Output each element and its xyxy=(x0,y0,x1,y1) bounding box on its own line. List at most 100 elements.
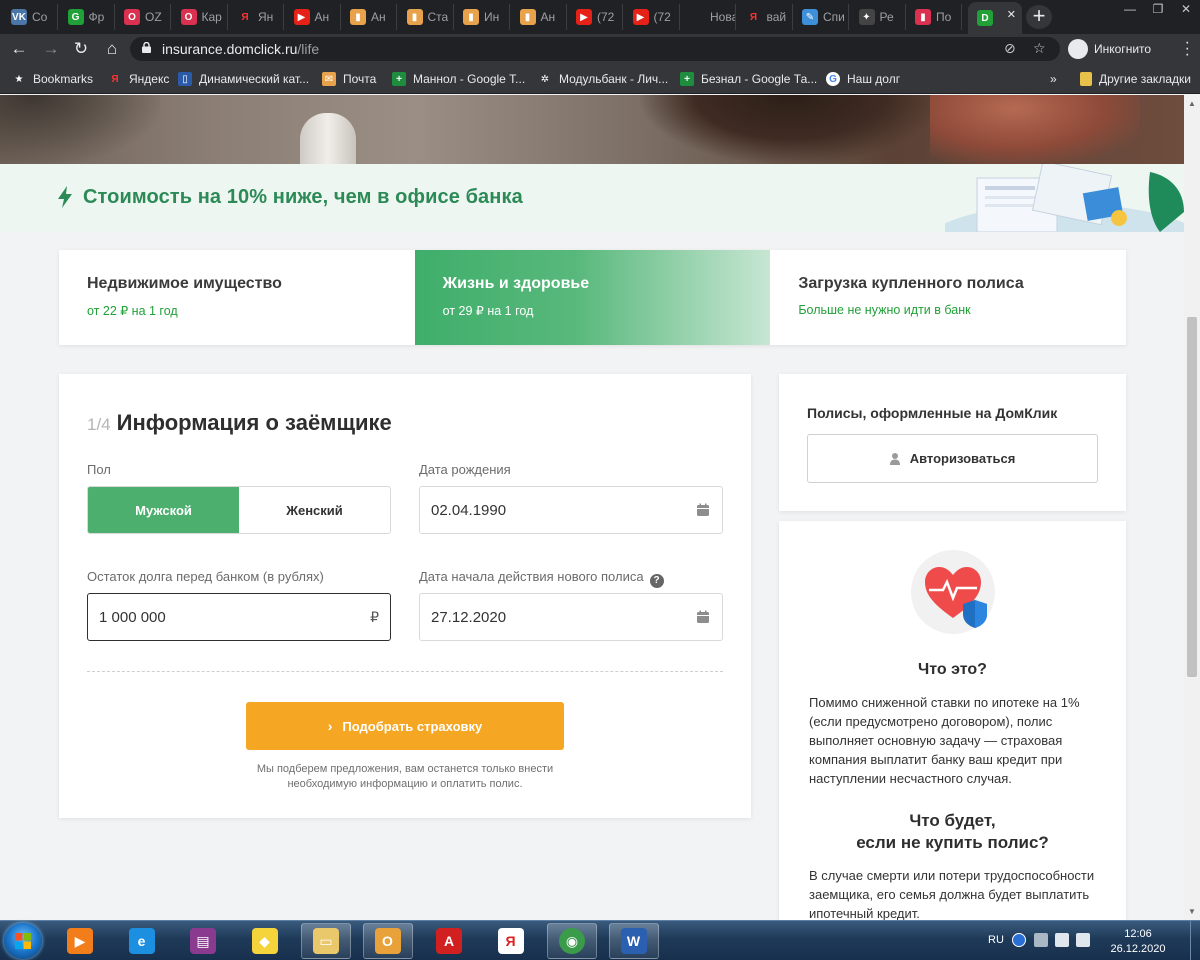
scrollbar-thumb[interactable] xyxy=(1187,317,1197,677)
bookmarks-bar: ★ Bookmarks Я Яндекс ▯ Динамический кат... ✉ По… xyxy=(0,64,1200,94)
yandex-icon: Я xyxy=(108,72,122,86)
page-scrollbar[interactable]: ▲ ▼ xyxy=(1184,95,1200,920)
clock[interactable]: 12:06 26.12.2020 xyxy=(1108,927,1168,957)
language-indicator[interactable]: RU xyxy=(988,934,1004,946)
address-bar[interactable]: insurance.domclick.ru/life ⊘ ☆ xyxy=(130,37,1060,61)
taskbar-app[interactable]: W xyxy=(608,923,659,959)
debt-input[interactable]: 1 000 000 ₽ xyxy=(87,593,391,641)
product-tab[interactable]: Жизнь и здоровье от 29 ₽ на 1 год xyxy=(414,250,771,345)
back-icon[interactable]: ← xyxy=(8,38,30,60)
volume-icon[interactable] xyxy=(1076,933,1090,947)
bookmark-label: Маннол - Google Т... xyxy=(413,72,526,86)
taskbar-app[interactable]: ◉ xyxy=(547,923,597,959)
browser-tab-label: Ин xyxy=(484,10,500,24)
browser-tab[interactable]: ▮ Ин xyxy=(454,4,510,30)
browser-tab-label: Ан xyxy=(314,10,330,24)
taskbar-app[interactable]: ▶ xyxy=(55,923,105,959)
browser-tab-label: вай xyxy=(766,10,787,24)
taskbar-app[interactable]: A xyxy=(424,923,474,959)
browser-tab[interactable]: ▮ По xyxy=(906,4,962,30)
forward-icon[interactable]: → xyxy=(40,38,62,60)
browser-tab[interactable]: Я Ян xyxy=(228,4,284,30)
bookmark-item[interactable]: + Безнал - Google Та... xyxy=(680,71,817,87)
taskbar-app[interactable]: ◆ xyxy=(240,923,290,959)
show-desktop-button[interactable] xyxy=(1190,921,1200,960)
minimize-button[interactable]: — xyxy=(1116,0,1144,18)
gender-toggle: Мужской Женский xyxy=(87,486,391,534)
close-window-button[interactable]: ✕ xyxy=(1172,0,1200,18)
help-tray-icon[interactable] xyxy=(1012,933,1026,947)
product-tab[interactable]: Недвижимое имущество от 22 ₽ на 1 год xyxy=(59,250,415,345)
browser-tab[interactable]: D ✕ xyxy=(968,2,1022,34)
yandex-icon: Я xyxy=(745,9,762,25)
bookmark-item[interactable]: Я Яндекс xyxy=(108,71,169,87)
taskbar-app[interactable]: Я xyxy=(486,923,536,959)
login-button[interactable]: Авторизоваться xyxy=(807,434,1098,483)
close-tab-icon[interactable]: ✕ xyxy=(1007,8,1016,21)
browser-tab-label: Кар xyxy=(201,10,222,24)
word-icon: W xyxy=(620,928,647,954)
divider xyxy=(87,671,723,672)
browser-tab-label: Со xyxy=(32,10,48,24)
browser-tab[interactable]: ▮ Ан xyxy=(341,4,397,30)
policy-start-field[interactable]: 27.12.2020 xyxy=(419,593,723,641)
browser-tab[interactable]: ▶ (72 xyxy=(624,4,680,30)
home-icon[interactable]: ⌂ xyxy=(101,38,123,60)
scroll-down-icon[interactable]: ▼ xyxy=(1188,907,1196,916)
browser-tab[interactable]: G Фр xyxy=(59,4,115,30)
reload-icon[interactable]: ↻ xyxy=(70,38,92,60)
browser-tab[interactable]: ✎ Спи xyxy=(793,4,849,30)
maximize-button[interactable]: ❐ xyxy=(1144,0,1172,18)
browser-tab-label: По xyxy=(936,10,952,24)
browser-tab[interactable]: ▶ Ан xyxy=(285,4,341,30)
bookmark-item[interactable]: ★ Bookmarks xyxy=(12,71,93,87)
product-tabs: Недвижимое имущество от 22 ₽ на 1 год Жизн… xyxy=(59,250,1126,345)
product-tab-subtitle: Больше не нужно идти в банк xyxy=(798,303,971,317)
bookmark-item[interactable]: G Наш долг xyxy=(826,71,900,87)
yandex-icon: Я xyxy=(237,9,253,25)
find-insurance-button[interactable]: › Подобрать страховку xyxy=(246,702,564,750)
calendar-icon[interactable] xyxy=(696,610,710,624)
eye-off-icon[interactable]: ⊘ xyxy=(1004,40,1016,57)
product-tab[interactable]: Загрузка купленного полиса Больше не нужн… xyxy=(770,250,1126,345)
borrower-form-card: 1/4 Информация о заёмщике Пол Мужской Жен… xyxy=(59,374,751,818)
help-icon[interactable]: ? xyxy=(649,574,664,588)
bookmark-item[interactable]: + Маннол - Google Т... xyxy=(392,71,525,87)
browser-tab[interactable]: Новая с xyxy=(680,4,736,30)
acrobat-icon: A xyxy=(436,928,462,954)
browser-tab[interactable]: ✦ Ре xyxy=(850,4,906,30)
browser-tab[interactable]: O OZ xyxy=(115,4,171,30)
browser-tab[interactable]: Явай xyxy=(737,4,793,30)
browser-tab[interactable]: ▶ (72 xyxy=(567,4,623,30)
taskbar-app[interactable]: e xyxy=(117,923,167,959)
network-icon[interactable] xyxy=(1055,933,1069,947)
taskbar-app[interactable]: ▤ xyxy=(178,923,228,959)
chart-icon: ▮ xyxy=(463,9,479,25)
browser-tab[interactable]: ▮ Ан xyxy=(511,4,567,30)
form-note: Мы подберем предложения, вам останется т… xyxy=(256,763,554,790)
sheets-icon: + xyxy=(392,72,406,86)
taskbar-app[interactable]: ▭ xyxy=(301,923,351,959)
bookmark-label: Динамический кат... xyxy=(199,72,310,86)
birth-date-field[interactable]: 02.04.1990 xyxy=(419,486,723,534)
new-tab-button[interactable]: + xyxy=(1026,5,1052,29)
bookmark-item[interactable]: ✉ Почта xyxy=(322,71,376,87)
browser-tab[interactable]: ▮ Ста xyxy=(398,4,454,30)
more-bookmarks-button[interactable]: » xyxy=(1050,71,1057,87)
browser-tab[interactable]: O Кар xyxy=(172,4,228,30)
browser-tab-label: Спи xyxy=(823,10,845,24)
gender-male-option[interactable]: Мужской xyxy=(88,487,239,533)
taskbar-app[interactable]: O xyxy=(362,923,413,959)
incognito-badge[interactable]: Инкогнито xyxy=(1068,38,1151,60)
bookmark-item[interactable]: ▯ Динамический кат... xyxy=(178,71,309,87)
calendar-icon[interactable] xyxy=(696,503,710,517)
tray-arrow-icon[interactable] xyxy=(1034,933,1048,947)
bookmark-item[interactable]: ✲ Модульбанк - Лич... xyxy=(538,71,668,87)
start-button[interactable] xyxy=(4,923,42,959)
scroll-up-icon[interactable]: ▲ xyxy=(1188,99,1196,108)
gender-female-option[interactable]: Женский xyxy=(239,487,390,533)
bookmark-item[interactable]: Другие закладки xyxy=(1080,71,1191,87)
chrome-menu-icon[interactable]: · · · xyxy=(1185,35,1190,63)
bookmark-star-icon[interactable]: ☆ xyxy=(1033,40,1046,57)
browser-tab[interactable]: VK Со xyxy=(2,4,58,30)
